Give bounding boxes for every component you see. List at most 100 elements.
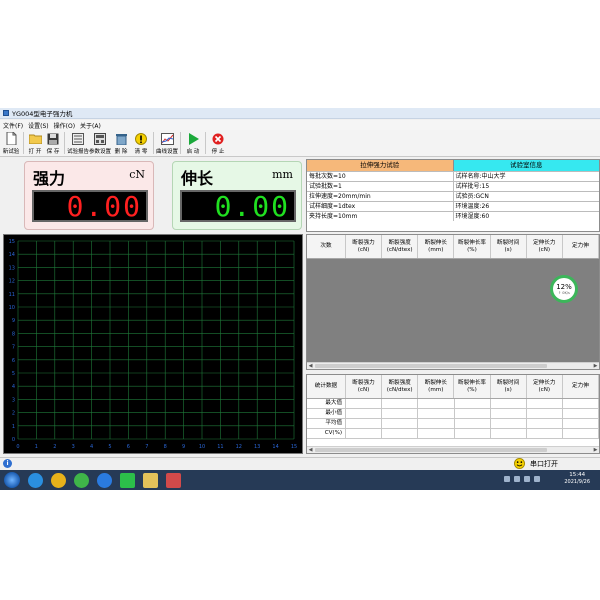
status-bar: i 串口打开 bbox=[0, 457, 600, 469]
tray-icon[interactable] bbox=[514, 476, 520, 482]
force-title: 强力 bbox=[33, 169, 66, 188]
chart-y-tick-label: 14 bbox=[9, 252, 15, 258]
col-break-time: 断裂时间 (s) bbox=[491, 235, 527, 258]
serial-status: 串口打开 bbox=[530, 460, 558, 468]
chart-y-tick-label: 15 bbox=[9, 239, 15, 245]
chart-y-tick-label: 12 bbox=[9, 279, 15, 285]
scroll-right-icon[interactable]: ▶ bbox=[592, 363, 599, 369]
statistics-scrollbar[interactable]: ◀ ▶ bbox=[307, 446, 599, 453]
zero-button[interactable]: 清 零 bbox=[131, 130, 151, 156]
elongation-display: 0.00 bbox=[180, 190, 296, 223]
new-test-button[interactable]: 新试验 bbox=[1, 130, 21, 156]
elongation-unit: mm bbox=[272, 168, 293, 181]
stat-row-max: 最大值 bbox=[307, 399, 599, 409]
results-grid-scrollbar[interactable]: ◀ ▶ bbox=[307, 362, 599, 369]
chart-y-tick-label: 9 bbox=[12, 318, 15, 324]
title-bar: YG004型电子强力机 bbox=[0, 108, 600, 119]
results-grid: 次数 断裂强力 (cN) 断裂强度 (cN/dtex) 断裂伸长 (mm) 断裂伸长率… bbox=[306, 234, 600, 370]
window-title: YG004型电子强力机 bbox=[12, 110, 73, 118]
stat-row-min: 最小值 bbox=[307, 409, 599, 419]
menu-file[interactable]: 文件(F) bbox=[3, 121, 23, 130]
chart-svg: 0 1 2 3 4 5 6 7 8 9 10 11 12 13 14 15012345678910111213… bbox=[9, 239, 298, 450]
chart-y-tick-label: 11 bbox=[9, 292, 15, 298]
chrome-icon[interactable] bbox=[51, 472, 66, 488]
force-display: 0.00 bbox=[32, 189, 148, 223]
progress-badge: 12% ↑ 0K/s bbox=[550, 275, 578, 303]
scroll-right-icon[interactable]: ▶ bbox=[592, 447, 599, 453]
chart-y-tick-label: 1 bbox=[12, 424, 15, 430]
chart-x-tick-label: 3 bbox=[72, 444, 75, 450]
force-elongation-chart: 0 1 2 3 4 5 6 7 8 9 10 11 12 13 14 15 0 1 2 3 4 5 6 7 8 9 10 11 12 13… bbox=[3, 234, 303, 454]
info-header-test[interactable]: 拉伸强力试验 bbox=[307, 160, 454, 171]
toolbar-separator bbox=[205, 132, 206, 154]
menu-operate[interactable]: 操作(O) bbox=[54, 121, 75, 130]
wechat-work-icon[interactable] bbox=[120, 472, 135, 488]
app-icon bbox=[3, 110, 9, 116]
delete-button[interactable]: 删 除 bbox=[111, 130, 131, 156]
chart-y-tick-label: 4 bbox=[12, 384, 15, 390]
menu-bar: 文件(F) 设置(S) 操作(O) 关于(A) bbox=[0, 120, 600, 130]
scroll-thumb[interactable] bbox=[315, 448, 547, 452]
stat-row-avg: 平均值 bbox=[307, 419, 599, 429]
curve-settings-button[interactable]: 曲线设置 bbox=[156, 130, 178, 156]
stat-row-cv: CV(%) bbox=[307, 429, 599, 439]
toolbar-separator bbox=[64, 132, 65, 154]
statistics-grid: 统计数据 断裂强力 (cN) 断裂强度 (cN/dtex) 断裂伸长 (mm) 断裂伸… bbox=[306, 374, 600, 454]
report-icon bbox=[72, 132, 85, 145]
force-value: 0.00 bbox=[66, 189, 142, 223]
chart-x-tick-label: 7 bbox=[145, 444, 148, 450]
strength-app-icon[interactable] bbox=[166, 472, 181, 488]
info-row: 拉伸速度=20mm/min 试验员:GCN bbox=[307, 191, 599, 201]
force-readout: 强力 cN 0.00 bbox=[24, 161, 154, 230]
chart-x-tick-label: 1 bbox=[35, 444, 38, 450]
info-row: 每批次数=10 试样名称:中山大学 bbox=[307, 171, 599, 181]
stop-icon bbox=[212, 132, 225, 145]
toolbar-separator bbox=[180, 132, 181, 154]
tray-icon[interactable] bbox=[534, 476, 540, 482]
chart-y-tick-label: 10 bbox=[9, 305, 15, 311]
menu-about[interactable]: 关于(A) bbox=[80, 121, 101, 130]
start-icon[interactable] bbox=[4, 472, 20, 488]
start-button[interactable]: 启 动 bbox=[183, 130, 203, 156]
params-button[interactable]: 参数设置 bbox=[89, 130, 111, 156]
curve-icon bbox=[160, 132, 174, 145]
tray-icon[interactable] bbox=[504, 476, 510, 482]
info-header-lab[interactable]: 试验室信息 bbox=[453, 160, 599, 171]
scroll-left-icon[interactable]: ◀ bbox=[307, 447, 314, 453]
chart-x-tick-label: 5 bbox=[108, 444, 111, 450]
chart-y-tick-label: 2 bbox=[12, 411, 15, 417]
scroll-left-icon[interactable]: ◀ bbox=[307, 363, 314, 369]
system-tray bbox=[500, 476, 540, 482]
chart-x-tick-label: 15 bbox=[291, 444, 297, 450]
chart-y-tick-label: 3 bbox=[12, 397, 15, 403]
chart-x-tick-label: 9 bbox=[182, 444, 185, 450]
col-fixed-elong-force: 定伸长力 (cN) bbox=[527, 235, 563, 258]
open-button[interactable]: 打 开 bbox=[26, 130, 44, 156]
results-grid-header: 次数 断裂强力 (cN) 断裂强度 (cN/dtex) 断裂伸长 (mm) 断裂伸长率… bbox=[307, 235, 599, 259]
chart-x-tick-label: 14 bbox=[272, 444, 278, 450]
taskbar-clock[interactable]: 15:44 2021/9/26 bbox=[564, 472, 590, 486]
chart-x-tick-label: 10 bbox=[199, 444, 205, 450]
tray-icon[interactable] bbox=[524, 476, 530, 482]
save-icon bbox=[47, 132, 60, 145]
scroll-thumb[interactable] bbox=[315, 364, 547, 368]
test-info-table: 拉伸强力试验 试验室信息 每批次数=10 试样名称:中山大学 试验批数=1 试样批号… bbox=[306, 159, 600, 232]
browser-icon[interactable] bbox=[28, 472, 43, 488]
stop-button[interactable]: 停 止 bbox=[208, 130, 228, 156]
chart-x-tick-label: 8 bbox=[164, 444, 167, 450]
col-break-strength: 断裂强度 (cN/dtex) bbox=[382, 235, 419, 258]
save-button[interactable]: 保 存 bbox=[44, 130, 62, 156]
col-elongation-rate: 断裂伸长率 (%) bbox=[454, 235, 491, 258]
col-count: 次数 bbox=[307, 235, 346, 258]
360-browser-icon[interactable] bbox=[74, 472, 89, 488]
elongation-readout: 伸长 mm 0.00 bbox=[172, 161, 302, 230]
menu-settings[interactable]: 设置(S) bbox=[28, 121, 49, 130]
smiley-icon bbox=[514, 458, 525, 469]
chart-x-tick-label: 11 bbox=[217, 444, 223, 450]
elongation-title: 伸长 bbox=[181, 169, 214, 188]
file-explorer-icon[interactable] bbox=[143, 472, 158, 488]
force-unit: cN bbox=[129, 168, 145, 181]
k-app-icon[interactable] bbox=[97, 472, 112, 488]
report-button[interactable]: 试验报告 bbox=[67, 130, 89, 156]
settings-icon bbox=[94, 132, 107, 145]
